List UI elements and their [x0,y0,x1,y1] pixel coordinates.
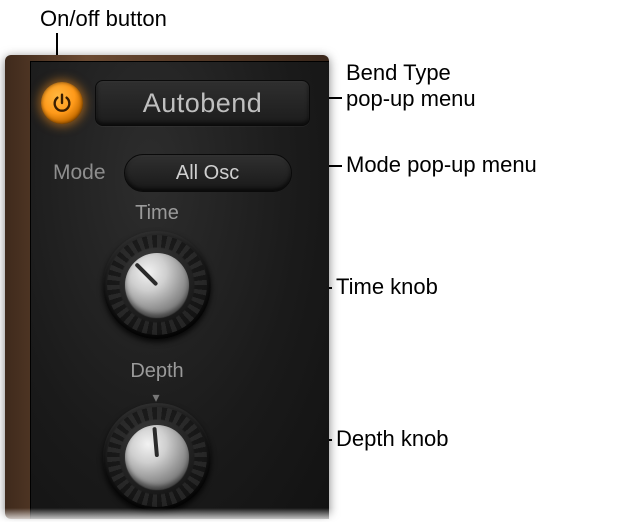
callout-time: Time knob [336,274,438,300]
callout-onoff: On/off button [40,6,167,32]
bend-type-menu[interactable]: Autobend [95,80,310,126]
callout-bend: Bend Type pop-up menu [346,60,476,113]
plugin-frame: Autobend Mode All Osc Time Depth ▾ [5,55,329,519]
time-knob[interactable] [103,231,211,339]
power-button[interactable] [41,82,83,124]
depth-knob[interactable] [103,403,211,511]
bottom-fade [0,508,620,522]
callout-mode: Mode pop-up menu [346,152,537,178]
depth-center-tick: ▾ [103,389,211,401]
power-icon [51,92,73,114]
depth-knob-label: Depth [103,360,211,383]
time-knob-label: Time [103,202,211,225]
mode-label: Mode [53,161,106,185]
mode-menu[interactable]: All Osc [124,154,292,192]
callout-depth: Depth knob [336,426,449,452]
plugin-panel: Autobend Mode All Osc Time Depth ▾ [30,61,329,519]
